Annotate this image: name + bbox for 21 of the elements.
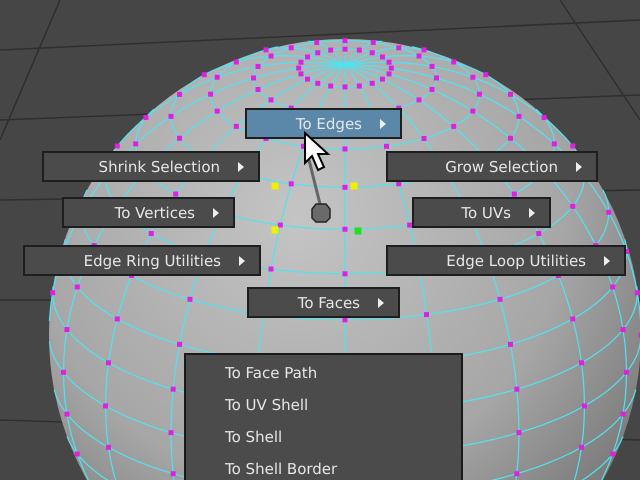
submenu-arrow-icon <box>604 256 610 266</box>
marking-menu-item[interactable]: To UVs <box>412 197 551 228</box>
submenu-arrow-icon <box>378 298 384 308</box>
gesture-line-icon <box>308 160 331 223</box>
submenu-arrow-icon <box>576 162 582 172</box>
cursor-icon <box>303 131 331 173</box>
menu-item[interactable]: To Shell Border <box>186 457 461 480</box>
menu-item[interactable]: To Face Path <box>186 361 461 393</box>
marking-menu-item[interactable]: Shrink Selection <box>42 151 260 182</box>
submenu-arrow-icon <box>529 208 535 218</box>
menu-item[interactable]: To UV Shell <box>186 393 461 425</box>
menu-item[interactable]: To Shell <box>186 425 461 457</box>
marking-menu-item[interactable]: To Vertices <box>62 197 235 228</box>
marking-menu-item[interactable]: Edge Ring Utilities <box>23 245 261 276</box>
submenu-arrow-icon <box>238 162 244 172</box>
submenu-arrow-icon <box>239 256 245 266</box>
submenu-arrow-icon <box>380 118 386 128</box>
submenu-arrow-icon <box>213 208 219 218</box>
marking-menu-item[interactable]: To Faces <box>247 287 400 318</box>
marking-menu-item[interactable]: Edge Loop Utilities <box>386 245 626 276</box>
marking-menu-item[interactable]: Grow Selection <box>386 151 598 182</box>
